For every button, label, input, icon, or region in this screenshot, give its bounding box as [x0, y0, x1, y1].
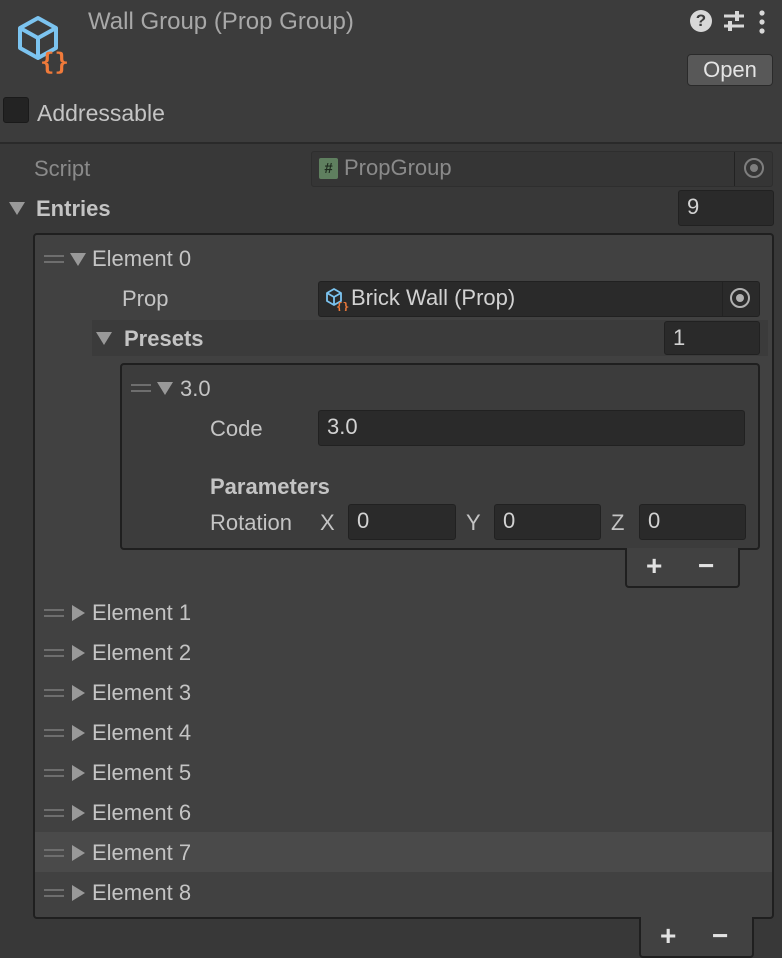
list-item[interactable]: Element 5	[35, 752, 772, 792]
code-field[interactable]: 3.0	[318, 410, 745, 446]
list-item[interactable]: Element 1	[35, 592, 772, 632]
entries-foldout-arrow-icon[interactable]	[9, 202, 25, 215]
entries-add-button[interactable]: +	[660, 922, 676, 950]
prop-group-icon: {}	[12, 10, 76, 76]
element-label[interactable]: Element 6	[92, 802, 191, 824]
presets-size-field[interactable]: 1	[664, 321, 760, 355]
foldout-arrow-icon[interactable]	[72, 845, 85, 861]
parameters-label: Parameters	[210, 474, 330, 499]
foldout-arrow-icon[interactable]	[72, 805, 85, 821]
foldout-arrow-icon[interactable]	[72, 725, 85, 741]
foldout-arrow-icon[interactable]	[72, 685, 85, 701]
svg-text:{}: {}	[336, 300, 349, 311]
element-label[interactable]: Element 5	[92, 762, 191, 784]
preset-0-drag-handle-icon[interactable]	[131, 384, 151, 392]
svg-text:{}: {}	[40, 48, 69, 74]
drag-handle-icon[interactable]	[44, 889, 64, 897]
presets-list-footer	[625, 548, 740, 588]
drag-handle-icon[interactable]	[44, 849, 64, 857]
element-label[interactable]: Element 3	[92, 682, 191, 704]
foldout-arrow-icon[interactable]	[72, 605, 85, 621]
entries-remove-button[interactable]: −	[712, 922, 728, 950]
rotation-y-field[interactable]: 0	[494, 504, 601, 540]
foldout-arrow-icon[interactable]	[72, 765, 85, 781]
list-item-highlighted[interactable]: Element 7	[35, 832, 772, 872]
list-item[interactable]: Element 3	[35, 672, 772, 712]
entries-label[interactable]: Entries	[36, 198, 111, 220]
foldout-arrow-icon[interactable]	[72, 645, 85, 661]
list-item[interactable]: Element 4	[35, 712, 772, 752]
prop-picker-separator	[722, 282, 723, 316]
element-label[interactable]: Element 1	[92, 602, 191, 624]
script-label: Script	[34, 156, 91, 181]
inspector-title: Wall Group (Prop Group)	[88, 8, 354, 35]
presets-foldout-arrow-icon[interactable]	[96, 332, 112, 345]
preset-0-label[interactable]: 3.0	[180, 378, 211, 400]
drag-handle-icon[interactable]	[44, 809, 64, 817]
drag-handle-icon[interactable]	[44, 649, 64, 657]
prop-label: Prop	[122, 286, 169, 311]
addressable-checkbox[interactable]	[3, 97, 29, 123]
script-object-picker-icon	[744, 158, 764, 178]
drag-handle-icon[interactable]	[44, 729, 64, 737]
settings-sliders-icon[interactable]	[722, 10, 746, 32]
presets-remove-button[interactable]: −	[698, 552, 714, 580]
element-label[interactable]: Element 8	[92, 882, 191, 904]
rotation-x-label: X	[320, 510, 335, 535]
list-item[interactable]: Element 2	[35, 632, 772, 672]
hash-icon: #	[319, 158, 338, 179]
script-field: PropGroup	[311, 151, 773, 187]
drag-handle-icon[interactable]	[44, 769, 64, 777]
entries-list-footer	[639, 917, 754, 958]
more-vertical-icon[interactable]	[758, 9, 766, 35]
foldout-arrow-icon[interactable]	[72, 885, 85, 901]
element-label[interactable]: Element 4	[92, 722, 191, 744]
presets-label[interactable]: Presets	[124, 328, 204, 350]
presets-add-button[interactable]: +	[646, 552, 662, 580]
prop-icon: {}	[325, 287, 351, 313]
list-item[interactable]: Element 6	[35, 792, 772, 832]
rotation-x-field[interactable]: 0	[348, 504, 456, 540]
rotation-label: Rotation	[210, 510, 292, 535]
prop-field[interactable]: Brick Wall (Prop)	[318, 281, 760, 317]
help-icon[interactable]: ?	[690, 10, 712, 32]
element-0-drag-handle-icon[interactable]	[44, 255, 64, 263]
preset-0-foldout-arrow-icon[interactable]	[157, 382, 173, 395]
list-item[interactable]: Element 8	[35, 872, 772, 912]
rotation-y-label: Y	[466, 510, 481, 535]
element-label[interactable]: Element 2	[92, 642, 191, 664]
prop-object-picker-icon[interactable]	[730, 288, 750, 308]
addressable-label: Addressable	[37, 100, 165, 126]
rotation-z-field[interactable]: 0	[639, 504, 746, 540]
element-label[interactable]: Element 7	[92, 842, 191, 864]
entries-size-field[interactable]: 9	[678, 190, 774, 226]
drag-handle-icon[interactable]	[44, 689, 64, 697]
open-button[interactable]: Open	[687, 54, 773, 86]
drag-handle-icon[interactable]	[44, 609, 64, 617]
header-divider	[0, 142, 782, 144]
code-label: Code	[210, 416, 263, 441]
element-0-foldout-arrow-icon[interactable]	[70, 253, 86, 266]
element-0-label[interactable]: Element 0	[92, 248, 191, 270]
script-picker-separator	[734, 152, 735, 186]
rotation-z-label: Z	[611, 510, 625, 535]
